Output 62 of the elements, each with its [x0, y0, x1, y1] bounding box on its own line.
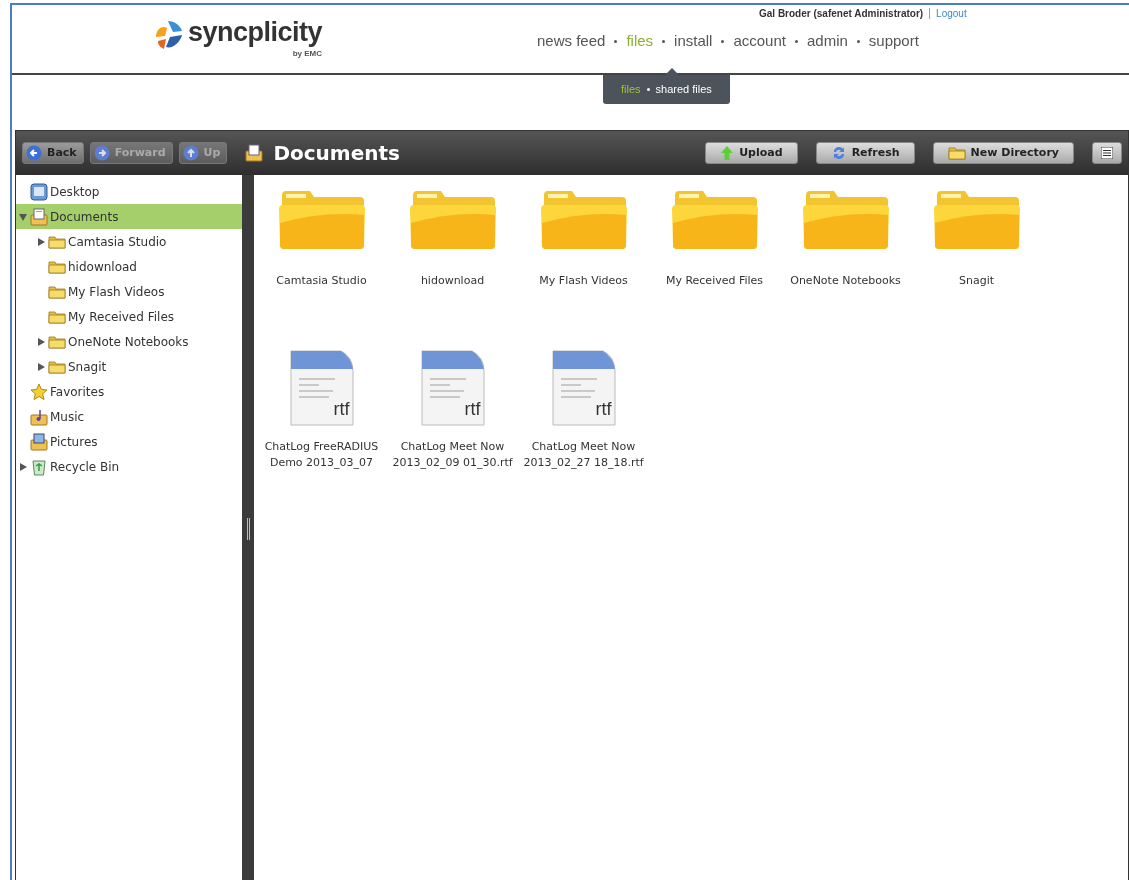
logo-tagline: by EMC [291, 48, 323, 60]
upload-button[interactable]: Upload [705, 142, 798, 164]
file-name: OneNote Notebooks [789, 273, 902, 289]
desktop-icon [30, 182, 48, 201]
tree-item[interactable]: Pictures [16, 429, 242, 454]
folder-icon [48, 259, 66, 274]
document-icon [419, 349, 486, 427]
file-name: Snagit [957, 273, 995, 289]
music-icon [30, 407, 48, 426]
tree-item[interactable]: Documents [16, 204, 242, 229]
documents-icon [30, 207, 48, 226]
folder-title: Documents [273, 140, 400, 167]
file-name: My Flash Videos [538, 273, 629, 289]
file-extension: rtf [464, 398, 481, 421]
nav-link[interactable]: support [868, 30, 919, 53]
logout-link[interactable]: Logout [936, 6, 967, 21]
new-directory-button[interactable]: New Directory [932, 142, 1074, 164]
splitter-handle[interactable] [242, 175, 254, 880]
file-name: ChatLog Meet Now 2013_02_09 01_30.rtf [391, 439, 514, 471]
file-name: ChatLog Meet Now 2013_02_27 18_18.rtf [522, 439, 645, 471]
folder-icon [947, 146, 966, 160]
nav-link[interactable]: admin [807, 30, 848, 53]
menu-icon [1101, 147, 1113, 159]
back-button[interactable]: Back [22, 142, 84, 164]
logo-wordmark: syncplicity [188, 17, 323, 47]
file-name: ChatLog FreeRADIUS Demo 2013_03_07 [263, 439, 380, 471]
submenu-link[interactable]: shared files [655, 81, 712, 98]
file-name: hidownload [419, 273, 486, 289]
folder-icon [48, 359, 66, 374]
tree-item[interactable]: hidownload [16, 254, 242, 279]
menu-button[interactable] [1092, 142, 1122, 164]
tree-item[interactable]: My Flash Videos [16, 279, 242, 304]
document-icon [550, 349, 617, 427]
file-extension: rtf [595, 398, 612, 421]
folder-icon [48, 284, 66, 299]
folder-icon [48, 309, 66, 324]
nav-link[interactable]: news feed [537, 30, 606, 53]
tree-item[interactable]: Music [16, 404, 242, 429]
user-name: Gal Broder (safenet Administrator) [759, 7, 924, 21]
tree-item[interactable]: My Received Files [16, 304, 242, 329]
pictures-icon [30, 432, 48, 451]
nav-link[interactable]: account [733, 30, 786, 53]
logo-icon [154, 19, 184, 51]
tree-item[interactable]: Desktop [16, 179, 242, 204]
folder-icon [48, 234, 66, 249]
nav-link[interactable]: install [674, 30, 713, 53]
file-name: My Received Files [664, 273, 765, 289]
file-extension: rtf [333, 398, 350, 421]
tree-item[interactable]: Favorites [16, 379, 242, 404]
recycle-bin-icon [30, 457, 48, 476]
arrow-icon [720, 145, 735, 161]
tree-item[interactable]: Snagit [16, 354, 242, 379]
folder-icon [48, 334, 66, 349]
refresh-button[interactable]: Refresh [815, 142, 915, 164]
document-icon [288, 349, 355, 427]
submenu-link[interactable]: files [621, 81, 641, 98]
star-icon [30, 382, 48, 401]
tree-item[interactable]: Recycle Bin [16, 454, 242, 479]
tree-item[interactable]: Camtasia Studio [16, 229, 242, 254]
tree-item[interactable]: OneNote Notebooks [16, 329, 242, 354]
documents-icon [245, 144, 264, 162]
file-name: Camtasia Studio [275, 273, 368, 289]
